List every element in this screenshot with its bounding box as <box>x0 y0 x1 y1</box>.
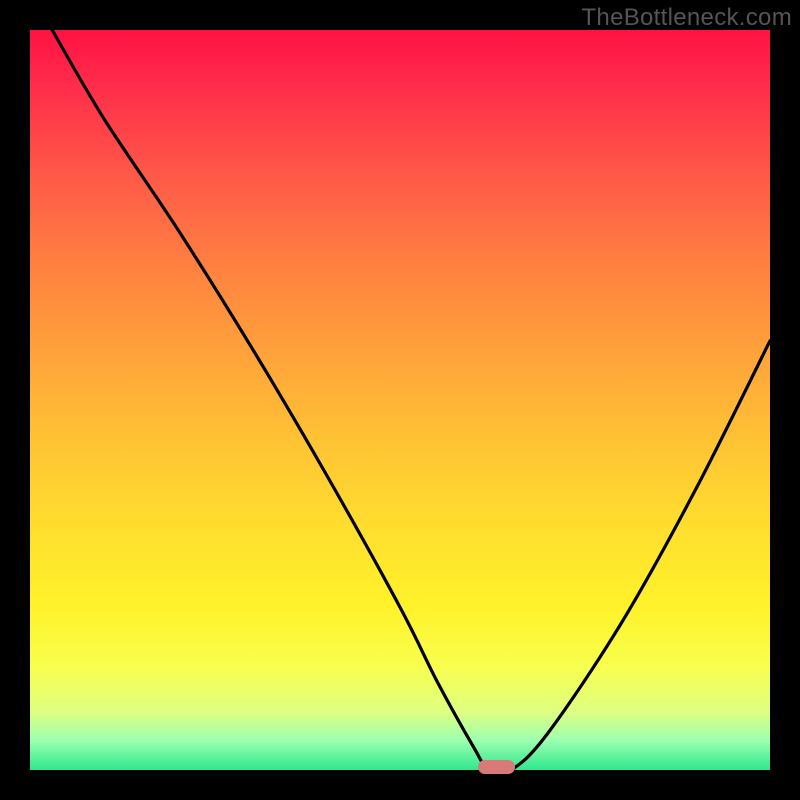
optimal-marker <box>478 760 515 774</box>
bottleneck-curve-path <box>52 30 770 770</box>
chart-frame: TheBottleneck.com <box>0 0 800 800</box>
curve-svg <box>30 30 770 770</box>
watermark-text: TheBottleneck.com <box>581 4 792 32</box>
plot-area <box>30 30 770 770</box>
